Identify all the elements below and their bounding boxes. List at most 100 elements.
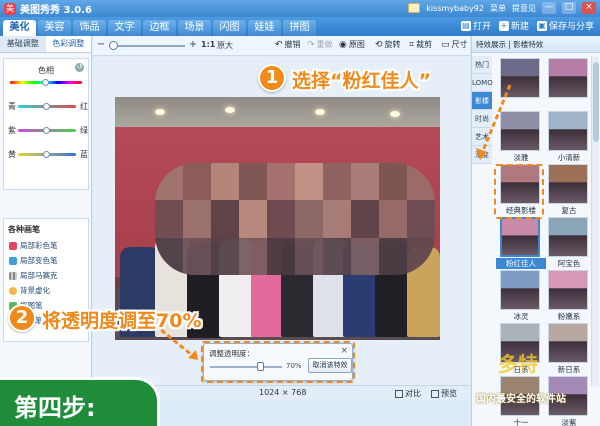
brush-background-blur[interactable]: 背景虚化 bbox=[4, 283, 88, 298]
effect-label: 粉嫩系 bbox=[557, 312, 581, 321]
new-button[interactable]: + 新建 bbox=[498, 19, 529, 32]
effect-preview bbox=[501, 271, 539, 309]
brush-label: 局部马赛克 bbox=[20, 271, 58, 280]
original-icon: ◉ bbox=[339, 39, 347, 50]
new-label: 新建 bbox=[510, 22, 529, 32]
original-button[interactable]: ◉ 原图 bbox=[339, 39, 365, 50]
mosaic-cell bbox=[267, 200, 295, 238]
effect-label: 小清新 bbox=[557, 153, 581, 162]
purple-green-knob[interactable] bbox=[43, 127, 50, 134]
open-button[interactable]: ▤ 打开 bbox=[460, 19, 491, 32]
mosaic-cell bbox=[295, 200, 323, 238]
mosaic-cell bbox=[211, 163, 239, 201]
zoom-in-button[interactable]: + bbox=[187, 39, 199, 51]
mosaic-cell bbox=[407, 200, 435, 238]
image-dimensions: 1024 × 768 bbox=[259, 388, 307, 397]
mosaic-faces bbox=[155, 163, 435, 275]
category-hot[interactable]: 热门 bbox=[472, 56, 492, 74]
step-one-badge: 1 bbox=[258, 64, 286, 92]
main-tabbar: 美化 美容 饰品 文字 边框 场景 闪图 娃娃 拼图 ▤ 打开 + 新建 ▣ 保存与分… bbox=[0, 17, 600, 36]
tab-beauty[interactable]: 美容 bbox=[38, 20, 71, 36]
preview-button[interactable]: 预览 bbox=[431, 388, 457, 399]
undo-button[interactable]: ↶ 撤销 bbox=[275, 39, 301, 50]
tab-scene[interactable]: 场景 bbox=[178, 20, 211, 36]
tab-doll[interactable]: 娃娃 bbox=[248, 20, 281, 36]
mosaic-cell bbox=[183, 237, 211, 275]
effect-thumbnail[interactable] bbox=[548, 58, 588, 98]
tab-beautify[interactable]: 美化 bbox=[3, 20, 36, 36]
resize-button[interactable]: ▭ 尺寸 bbox=[441, 39, 468, 50]
open-label: 打开 bbox=[472, 22, 491, 32]
arrow-to-effect bbox=[476, 84, 512, 160]
feedback-link[interactable]: 提意见 bbox=[512, 3, 536, 14]
close-button[interactable]: × bbox=[582, 2, 596, 14]
crop-label: 裁剪 bbox=[416, 40, 433, 49]
save-share-button[interactable]: ▣ 保存与分享 bbox=[536, 19, 594, 32]
yellow-blue-knob[interactable] bbox=[43, 151, 50, 158]
effect-preview bbox=[549, 165, 587, 203]
effect-label: 淡紫 bbox=[561, 418, 577, 426]
plus-icon: + bbox=[498, 20, 509, 31]
compare-label: 对比 bbox=[405, 389, 421, 398]
effect-thumbnail[interactable] bbox=[548, 217, 588, 257]
brush-partial-color[interactable]: 局部彩色笔 bbox=[4, 238, 88, 253]
zoom-out-button[interactable]: − bbox=[95, 39, 107, 51]
mosaic-cell bbox=[267, 237, 295, 275]
mosaic-cell bbox=[379, 237, 407, 275]
mosaic-cell bbox=[295, 163, 323, 201]
tab-collage[interactable]: 拼图 bbox=[283, 20, 316, 36]
redo-button[interactable]: ↷ 重做 bbox=[307, 39, 333, 50]
save-share-label: 保存与分享 bbox=[548, 22, 594, 32]
tab-basic-adjust[interactable]: 基础调整 bbox=[0, 36, 46, 52]
zoom-ratio[interactable]: 1:1 bbox=[201, 40, 215, 49]
cyan-label: 青 bbox=[8, 102, 16, 111]
mosaic-brush-icon bbox=[9, 271, 17, 280]
compare-button[interactable]: 对比 bbox=[395, 388, 421, 399]
mosaic-cell bbox=[183, 163, 211, 201]
original-size-link[interactable]: 原大 bbox=[217, 40, 233, 51]
crop-button[interactable]: ⌗ 裁剪 bbox=[409, 39, 432, 50]
edited-photo[interactable] bbox=[115, 97, 440, 340]
color-adjust-box: ↺ 色相 青 红 紫 绿 黄 蓝 bbox=[3, 58, 89, 190]
tab-text[interactable]: 文字 bbox=[108, 20, 141, 36]
reset-icon[interactable]: ↺ bbox=[75, 63, 84, 72]
zoom-slider[interactable] bbox=[109, 45, 185, 47]
effect-thumbnail[interactable] bbox=[548, 270, 588, 310]
brush-partial-mosaic[interactable]: 局部马赛克 bbox=[4, 268, 88, 283]
color-brush-icon bbox=[9, 241, 17, 250]
effect-preview bbox=[549, 59, 587, 97]
mosaic-cell bbox=[211, 237, 239, 275]
effect-label: 十一 bbox=[513, 418, 529, 426]
ceiling-light bbox=[155, 109, 165, 115]
highlight-opacity-dialog bbox=[201, 341, 355, 383]
tab-frame[interactable]: 边框 bbox=[143, 20, 176, 36]
effect-thumbnail[interactable] bbox=[500, 217, 540, 257]
rotate-button[interactable]: ⟲ 旋转 bbox=[375, 39, 401, 50]
effect-thumbnail[interactable] bbox=[548, 111, 588, 151]
effects-scrollbar[interactable] bbox=[591, 56, 599, 386]
crop-icon: ⌗ bbox=[409, 39, 415, 50]
account-name[interactable]: kissmybaby92 bbox=[426, 4, 484, 13]
effect-thumbnail[interactable] bbox=[500, 270, 540, 310]
hue-slider-knob[interactable] bbox=[42, 79, 49, 86]
recolor-brush-icon bbox=[9, 256, 17, 265]
resize-icon: ▭ bbox=[441, 39, 450, 50]
menu-link[interactable]: 菜单 bbox=[490, 3, 506, 14]
scroll-thumb[interactable] bbox=[593, 62, 599, 142]
maximize-button[interactable]: □ bbox=[562, 2, 576, 14]
cyan-red-knob[interactable] bbox=[43, 103, 50, 110]
step-two-badge: 2 bbox=[8, 304, 36, 332]
preview-label: 预览 bbox=[441, 389, 457, 398]
effect-thumbnail[interactable] bbox=[548, 164, 588, 204]
minimize-button[interactable]: — bbox=[542, 2, 556, 14]
effect-preview bbox=[502, 219, 538, 255]
tab-accessories[interactable]: 饰品 bbox=[73, 20, 106, 36]
mosaic-cell bbox=[351, 237, 379, 275]
effect-label: 复古 bbox=[561, 206, 577, 215]
zoom-slider-knob[interactable] bbox=[108, 41, 118, 50]
watermark-logo: 多特 bbox=[498, 352, 538, 376]
tab-flash[interactable]: 闪图 bbox=[213, 20, 246, 36]
mosaic-cell bbox=[379, 200, 407, 238]
brush-partial-recolor[interactable]: 局部变色笔 bbox=[4, 253, 88, 268]
tab-color-adjust[interactable]: 色彩调整 bbox=[45, 36, 91, 52]
